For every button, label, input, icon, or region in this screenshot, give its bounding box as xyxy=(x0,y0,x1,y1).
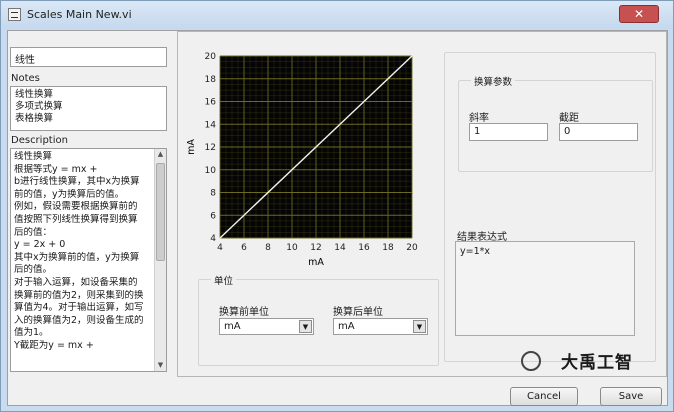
scale-graph: 20 18 16 14 12 10 8 6 4 4 6 8 10 12 14 16 18 20 mA mA xyxy=(186,52,418,268)
units-group: 单位 换算前单位 mA ▼ 换算后单位 mA ▼ xyxy=(198,273,439,366)
post-unit-label: 换算后单位 xyxy=(333,307,383,318)
description-line: y = 2x + 0 xyxy=(14,239,66,251)
save-button[interactable]: Save xyxy=(600,387,662,406)
description-line: 根据等式y = mx + xyxy=(14,163,98,175)
x-tick-label: 10 xyxy=(286,243,298,253)
x-axis-ticks: 4 6 8 10 12 14 16 18 20 xyxy=(217,243,418,253)
description-line: 换算前的值为2，则采集到的换 xyxy=(14,289,144,301)
description-line: 对于输入运算，如设备采集的 xyxy=(14,276,138,288)
close-icon: ✕ xyxy=(633,7,645,21)
y-tick-label: 10 xyxy=(205,166,217,176)
window-title: Scales Main New.vi xyxy=(27,8,132,21)
params-group-title: 换算参数 xyxy=(471,74,516,88)
description-line: 值为1。 xyxy=(14,327,49,339)
x-tick-label: 18 xyxy=(382,243,394,253)
scroll-thumb[interactable] xyxy=(156,163,165,261)
y-tick-label: 8 xyxy=(210,189,216,199)
description-line: 值按照下列线性换算得到换算 xyxy=(14,213,138,225)
x-tick-label: 16 xyxy=(358,243,370,253)
intercept-field[interactable]: 0 xyxy=(559,123,638,141)
y-tick-label: 18 xyxy=(205,75,217,85)
expression-value: y=1*x xyxy=(460,246,490,257)
pre-unit-label: 换算前单位 xyxy=(219,307,269,318)
description-box[interactable]: 线性换算 根据等式y = mx + b进行线性换算，其中x为换算 前的值，y为换… xyxy=(10,148,167,372)
title-bar: Scales Main New.vi ✕ xyxy=(1,1,673,29)
notes-label: Notes xyxy=(11,73,40,84)
y-tick-label: 16 xyxy=(205,98,217,108)
description-line: 例如，假设需要根据换算前的 xyxy=(14,201,138,213)
x-axis-label: mA xyxy=(308,257,324,268)
description-scrollbar[interactable]: ▲ ▼ xyxy=(154,149,166,371)
y-axis-ticks: 20 18 16 14 12 10 8 6 4 xyxy=(205,52,217,244)
cancel-button[interactable]: Cancel xyxy=(510,387,578,406)
post-unit-value: mA xyxy=(338,321,355,332)
pre-unit-select[interactable]: mA ▼ xyxy=(219,318,314,335)
slope-field[interactable]: 1 xyxy=(469,123,548,141)
x-tick-label: 12 xyxy=(310,243,321,253)
description-line: 后的值： xyxy=(14,226,53,238)
left-panel: 线性 Notes 线性换算 多项式换算 表格换算 Description 线性换… xyxy=(8,31,173,405)
pre-unit-value: mA xyxy=(224,321,241,332)
y-tick-label: 20 xyxy=(205,52,217,62)
notes-item[interactable]: 线性换算 xyxy=(15,89,162,101)
scroll-down-icon[interactable]: ▼ xyxy=(155,360,166,371)
description-line: b进行线性换算，其中x为换算 xyxy=(14,176,140,188)
x-tick-label: 4 xyxy=(217,243,223,253)
y-axis-label: mA xyxy=(186,139,197,155)
scroll-up-icon[interactable]: ▲ xyxy=(155,149,166,160)
y-tick-label: 4 xyxy=(210,234,216,244)
chevron-down-icon[interactable]: ▼ xyxy=(299,320,312,333)
description-line: 后的值。 xyxy=(14,264,53,276)
x-tick-label: 6 xyxy=(241,243,247,253)
wechat-icon xyxy=(521,351,541,371)
intercept-label: 截距 xyxy=(559,113,579,124)
x-tick-label: 14 xyxy=(334,243,346,253)
description-line: 线性换算 xyxy=(14,151,53,162)
description-line: 前的值，y为换算后的值。 xyxy=(14,188,125,200)
x-tick-label: 8 xyxy=(265,243,271,253)
watermark: 大禹工智 xyxy=(521,348,667,374)
params-group: 换算参数 斜率 1 截距 0 xyxy=(458,74,653,172)
description-line: 算值为4。对于输出运算，如写 xyxy=(14,302,144,314)
notes-list[interactable]: 线性换算 多项式换算 表格换算 xyxy=(10,86,167,131)
description-line: 入的换算值为2，则设备生成的 xyxy=(14,314,144,326)
y-tick-label: 6 xyxy=(210,211,216,221)
close-button[interactable]: ✕ xyxy=(619,5,659,23)
name-field[interactable]: 线性 xyxy=(10,47,167,67)
chevron-down-icon[interactable]: ▼ xyxy=(413,320,426,333)
post-unit-select[interactable]: mA ▼ xyxy=(333,318,428,335)
description-line: 其中x为换算前的值，y为换算 xyxy=(14,251,140,263)
y-tick-label: 12 xyxy=(205,143,216,153)
description-label: Description xyxy=(11,135,68,146)
description-line: Y截距为y = mx + xyxy=(14,339,94,351)
x-tick-label: 20 xyxy=(406,243,418,253)
watermark-text: 大禹工智 xyxy=(561,353,633,373)
expression-box: y=1*x xyxy=(455,241,635,336)
description-text: 线性换算 根据等式y = mx + b进行线性换算，其中x为换算 前的值，y为换… xyxy=(14,151,154,353)
y-tick-label: 14 xyxy=(205,120,217,130)
app-icon xyxy=(8,8,21,21)
notes-item[interactable]: 表格换算 xyxy=(15,113,162,125)
window: Scales Main New.vi ✕ 线性 Notes 线性换算 多项式换算… xyxy=(0,0,674,412)
slope-label: 斜率 xyxy=(469,113,489,124)
main-panel: 20 18 16 14 12 10 8 6 4 4 6 8 10 12 14 16 18 20 mA mA 单位… xyxy=(177,31,667,377)
units-group-title: 单位 xyxy=(211,273,237,287)
notes-item[interactable]: 多项式换算 xyxy=(15,101,162,113)
